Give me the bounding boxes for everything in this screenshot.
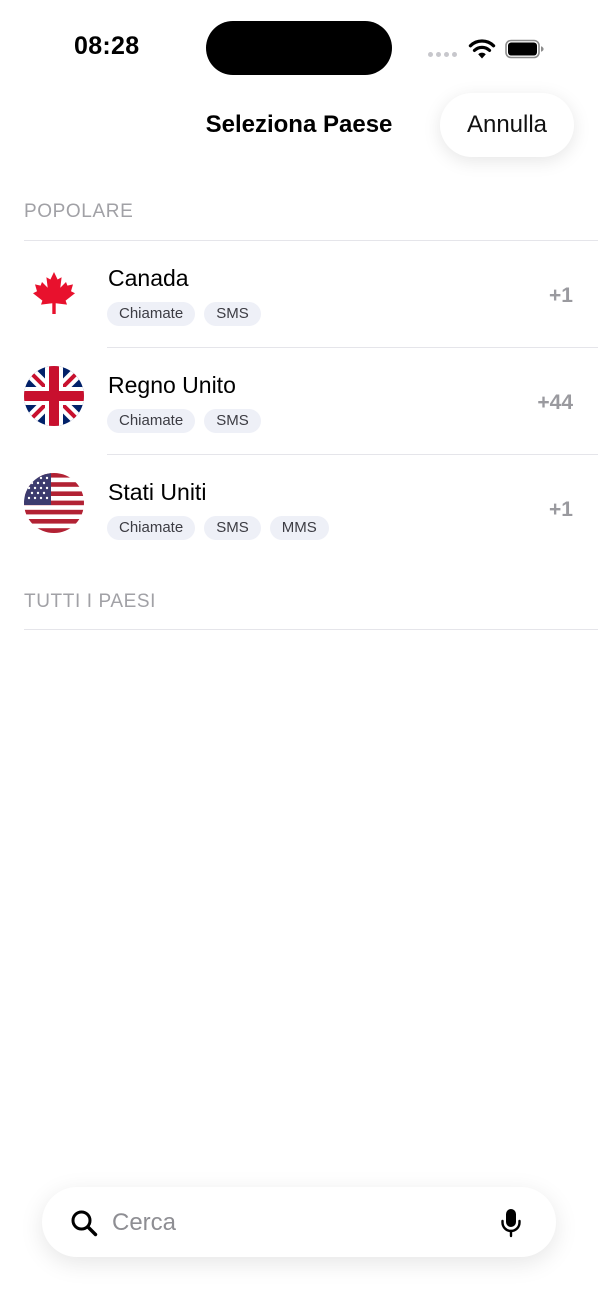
status-time: 08:28	[74, 32, 140, 60]
tag-calls: Chiamate	[107, 516, 196, 540]
tag-calls: Chiamate	[107, 302, 196, 326]
tag-sms: SMS	[204, 302, 261, 326]
cellular-signal-icon	[428, 52, 460, 58]
section-header-all-countries: TUTTI I PAESI	[24, 591, 157, 612]
us-flag-icon	[24, 473, 84, 533]
country-row-united-kingdom[interactable]: Regno Unito Chiamate SMS +44	[0, 348, 598, 455]
tag-calls: Chiamate	[107, 409, 196, 433]
capability-tags: Chiamate SMS	[107, 409, 261, 433]
wifi-icon	[468, 39, 496, 59]
status-bar: 08:28	[0, 0, 598, 90]
search-icon	[71, 1210, 98, 1237]
capability-tags: Chiamate SMS	[107, 302, 261, 326]
country-name: Canada	[108, 265, 189, 291]
microphone-icon[interactable]	[500, 1208, 522, 1238]
tag-mms: MMS	[269, 516, 329, 540]
dial-code: +1	[549, 284, 573, 307]
cancel-button[interactable]: Annulla	[440, 93, 574, 157]
country-row-united-states[interactable]: Stati Uniti Chiamate SMS MMS +1	[0, 455, 598, 562]
uk-flag-icon	[24, 366, 84, 426]
section-divider	[24, 629, 598, 630]
dial-code: +44	[537, 391, 573, 414]
country-name: Regno Unito	[108, 372, 236, 398]
battery-icon	[505, 39, 544, 59]
dynamic-island	[206, 21, 392, 75]
search-input[interactable]	[110, 1204, 474, 1242]
country-row-canada[interactable]: Canada Chiamate SMS +1	[0, 241, 598, 348]
dial-code: +1	[549, 498, 573, 521]
tag-sms: SMS	[204, 516, 261, 540]
canada-flag-icon	[24, 264, 84, 324]
capability-tags: Chiamate SMS MMS	[107, 516, 329, 540]
section-header-popular: POPOLARE	[24, 201, 134, 222]
country-name: Stati Uniti	[108, 479, 207, 505]
search-bar[interactable]	[42, 1187, 556, 1257]
tag-sms: SMS	[204, 409, 261, 433]
